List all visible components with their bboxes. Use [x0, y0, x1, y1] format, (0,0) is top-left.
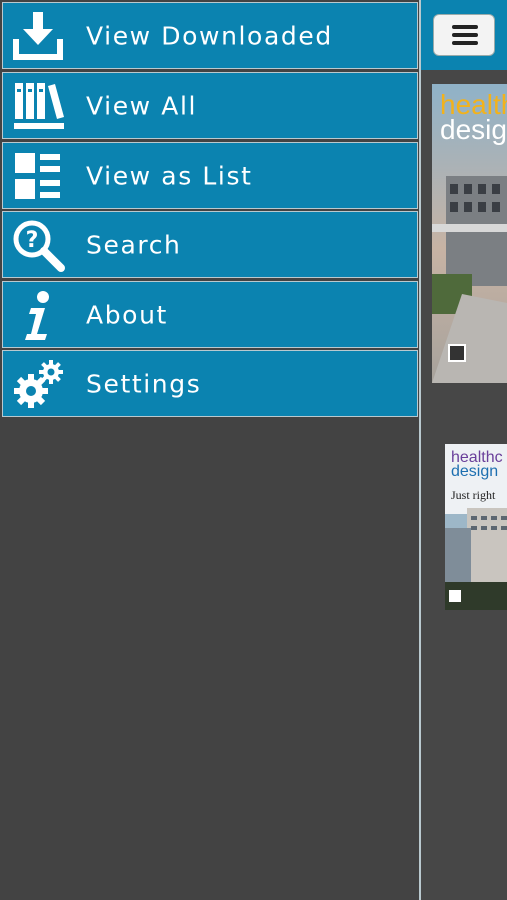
menu-label-view-downloaded: View Downloaded: [86, 21, 333, 50]
menu-label-search: Search: [86, 230, 182, 259]
svg-text:?: ?: [26, 228, 39, 253]
bookshelf-icon: [11, 79, 65, 133]
menu-label-about: About: [86, 300, 168, 329]
menu-item-view-all[interactable]: View All: [2, 72, 418, 139]
menu-item-about[interactable]: About: [2, 281, 418, 348]
list-view-icon: [11, 149, 65, 203]
menu-item-search[interactable]: ? Search: [2, 211, 418, 278]
gears-icon: [11, 357, 65, 411]
menu-label-view-all: View All: [86, 91, 198, 120]
cover-brand-line2: design: [451, 463, 499, 480]
main-content-panel: health design healthc design Just right: [421, 0, 507, 900]
magazine-cover[interactable]: healthc design Just right: [445, 444, 507, 610]
download-icon: [11, 9, 65, 63]
top-bar: [421, 0, 507, 70]
cover-tagline: Just right: [451, 488, 496, 502]
menu-item-view-downloaded[interactable]: View Downloaded: [2, 2, 418, 69]
hamburger-icon[interactable]: [433, 14, 495, 56]
search-icon: ?: [11, 218, 65, 272]
side-menu: View Downloaded View All View as List ? …: [0, 0, 420, 900]
menu-item-settings[interactable]: Settings: [2, 350, 418, 417]
info-icon: [11, 288, 65, 342]
menu-item-view-as-list[interactable]: View as List: [2, 142, 418, 209]
menu-label-view-as-list: View as List: [86, 161, 253, 190]
menu-label-settings: Settings: [86, 369, 202, 398]
cover-brand-line2: design: [440, 114, 507, 145]
magazine-cover[interactable]: health design: [432, 84, 507, 383]
